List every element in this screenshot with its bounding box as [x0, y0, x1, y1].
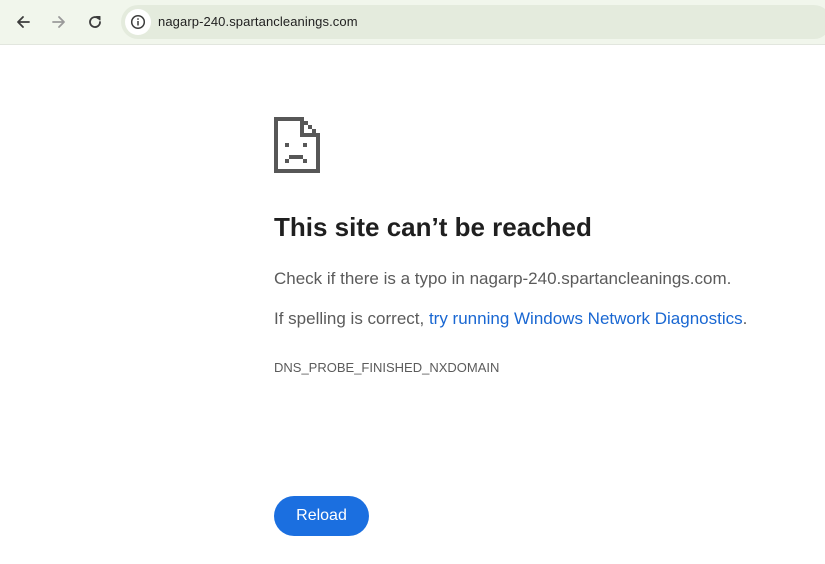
site-info-button[interactable]	[125, 9, 151, 35]
diagnostics-prefix: If spelling is correct,	[274, 309, 429, 328]
error-code: DNS_PROBE_FINISHED_NXDOMAIN	[274, 360, 500, 375]
diagnostics-suffix: .	[742, 309, 748, 328]
info-circle-icon	[130, 14, 146, 30]
reload-button[interactable]: Reload	[274, 496, 369, 536]
page-title: This site can’t be reached	[274, 212, 592, 242]
diagnostics-suggestion-text: If spelling is correct, try running Wind…	[274, 309, 747, 329]
network-diagnostics-link[interactable]: try running Windows Network Diagnostics	[429, 309, 743, 328]
forward-button[interactable]	[45, 8, 73, 36]
arrow-right-icon	[52, 16, 65, 28]
sad-page-icon	[274, 117, 320, 173]
reload-icon	[89, 16, 101, 28]
url-text[interactable]: nagarp-240.spartancleanings.com	[158, 14, 358, 29]
typo-suggestion-text: Check if there is a typo in nagarp-240.s…	[274, 269, 732, 288]
address-bar[interactable]: nagarp-240.spartancleanings.com	[121, 5, 825, 39]
back-button[interactable]	[9, 8, 37, 36]
browser-toolbar: nagarp-240.spartancleanings.com	[0, 0, 825, 45]
reload-page-button[interactable]	[81, 8, 109, 36]
arrow-left-icon	[17, 16, 30, 28]
